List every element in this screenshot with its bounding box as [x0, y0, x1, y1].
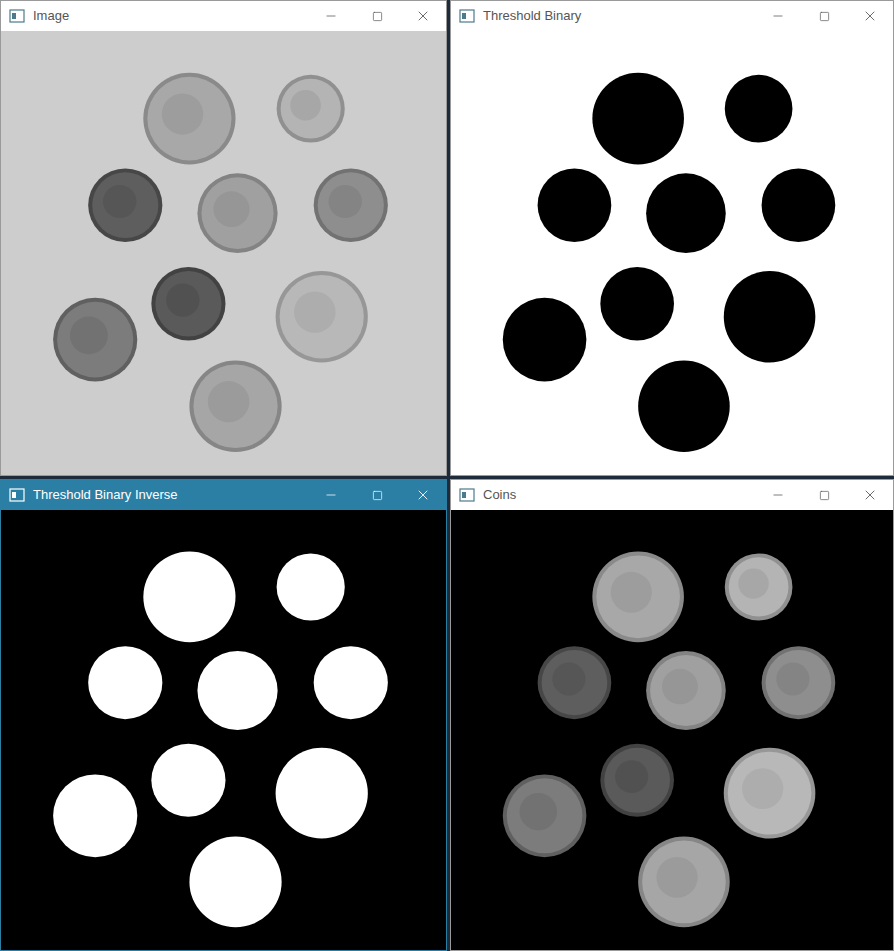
close-button[interactable]: [400, 1, 446, 31]
image-window[interactable]: Image: [0, 0, 447, 476]
binary-image: [451, 31, 893, 475]
window-title: Image: [33, 6, 308, 26]
maximize-icon: [819, 11, 830, 22]
minimize-icon: [324, 9, 338, 23]
minimize-button[interactable]: [755, 1, 801, 31]
minimize-button[interactable]: [308, 480, 354, 510]
maximize-button[interactable]: [354, 480, 400, 510]
window-icon: [459, 488, 475, 502]
binary-inverse-image: [1, 510, 446, 950]
close-button[interactable]: [400, 480, 446, 510]
window-icon: [459, 9, 475, 23]
title-bar[interactable]: Threshold Binary Inverse: [1, 480, 446, 510]
desktop: Image Threshold Binary Threshold Binary In…: [0, 0, 894, 951]
image-area: [451, 510, 893, 950]
image-window[interactable]: Threshold Binary Inverse: [0, 479, 447, 951]
minimize-icon: [771, 488, 785, 502]
minimize-button[interactable]: [755, 480, 801, 510]
title-bar[interactable]: Coins: [451, 480, 893, 510]
masked-image: [451, 510, 893, 950]
maximize-button[interactable]: [801, 480, 847, 510]
close-button[interactable]: [847, 1, 893, 31]
image-window[interactable]: Coins: [450, 479, 894, 951]
close-button[interactable]: [847, 480, 893, 510]
window-icon: [9, 488, 25, 502]
window-icon: [9, 9, 25, 23]
image-window[interactable]: Threshold Binary: [450, 0, 894, 476]
close-icon: [862, 8, 878, 24]
close-icon: [415, 8, 431, 24]
minimize-button[interactable]: [308, 1, 354, 31]
title-bar[interactable]: Threshold Binary: [451, 1, 893, 31]
minimize-icon: [324, 488, 338, 502]
image-area: [1, 31, 446, 475]
maximize-button[interactable]: [354, 1, 400, 31]
image-area: [451, 31, 893, 475]
minimize-icon: [771, 9, 785, 23]
close-icon: [415, 487, 431, 503]
image-area: [1, 510, 446, 950]
window-title: Threshold Binary Inverse: [33, 485, 308, 505]
original-image: [1, 31, 446, 475]
window-title: Coins: [483, 485, 755, 505]
maximize-icon: [372, 11, 383, 22]
maximize-button[interactable]: [801, 1, 847, 31]
window-title: Threshold Binary: [483, 6, 755, 26]
maximize-icon: [819, 490, 830, 501]
title-bar[interactable]: Image: [1, 1, 446, 31]
maximize-icon: [372, 490, 383, 501]
close-icon: [862, 487, 878, 503]
